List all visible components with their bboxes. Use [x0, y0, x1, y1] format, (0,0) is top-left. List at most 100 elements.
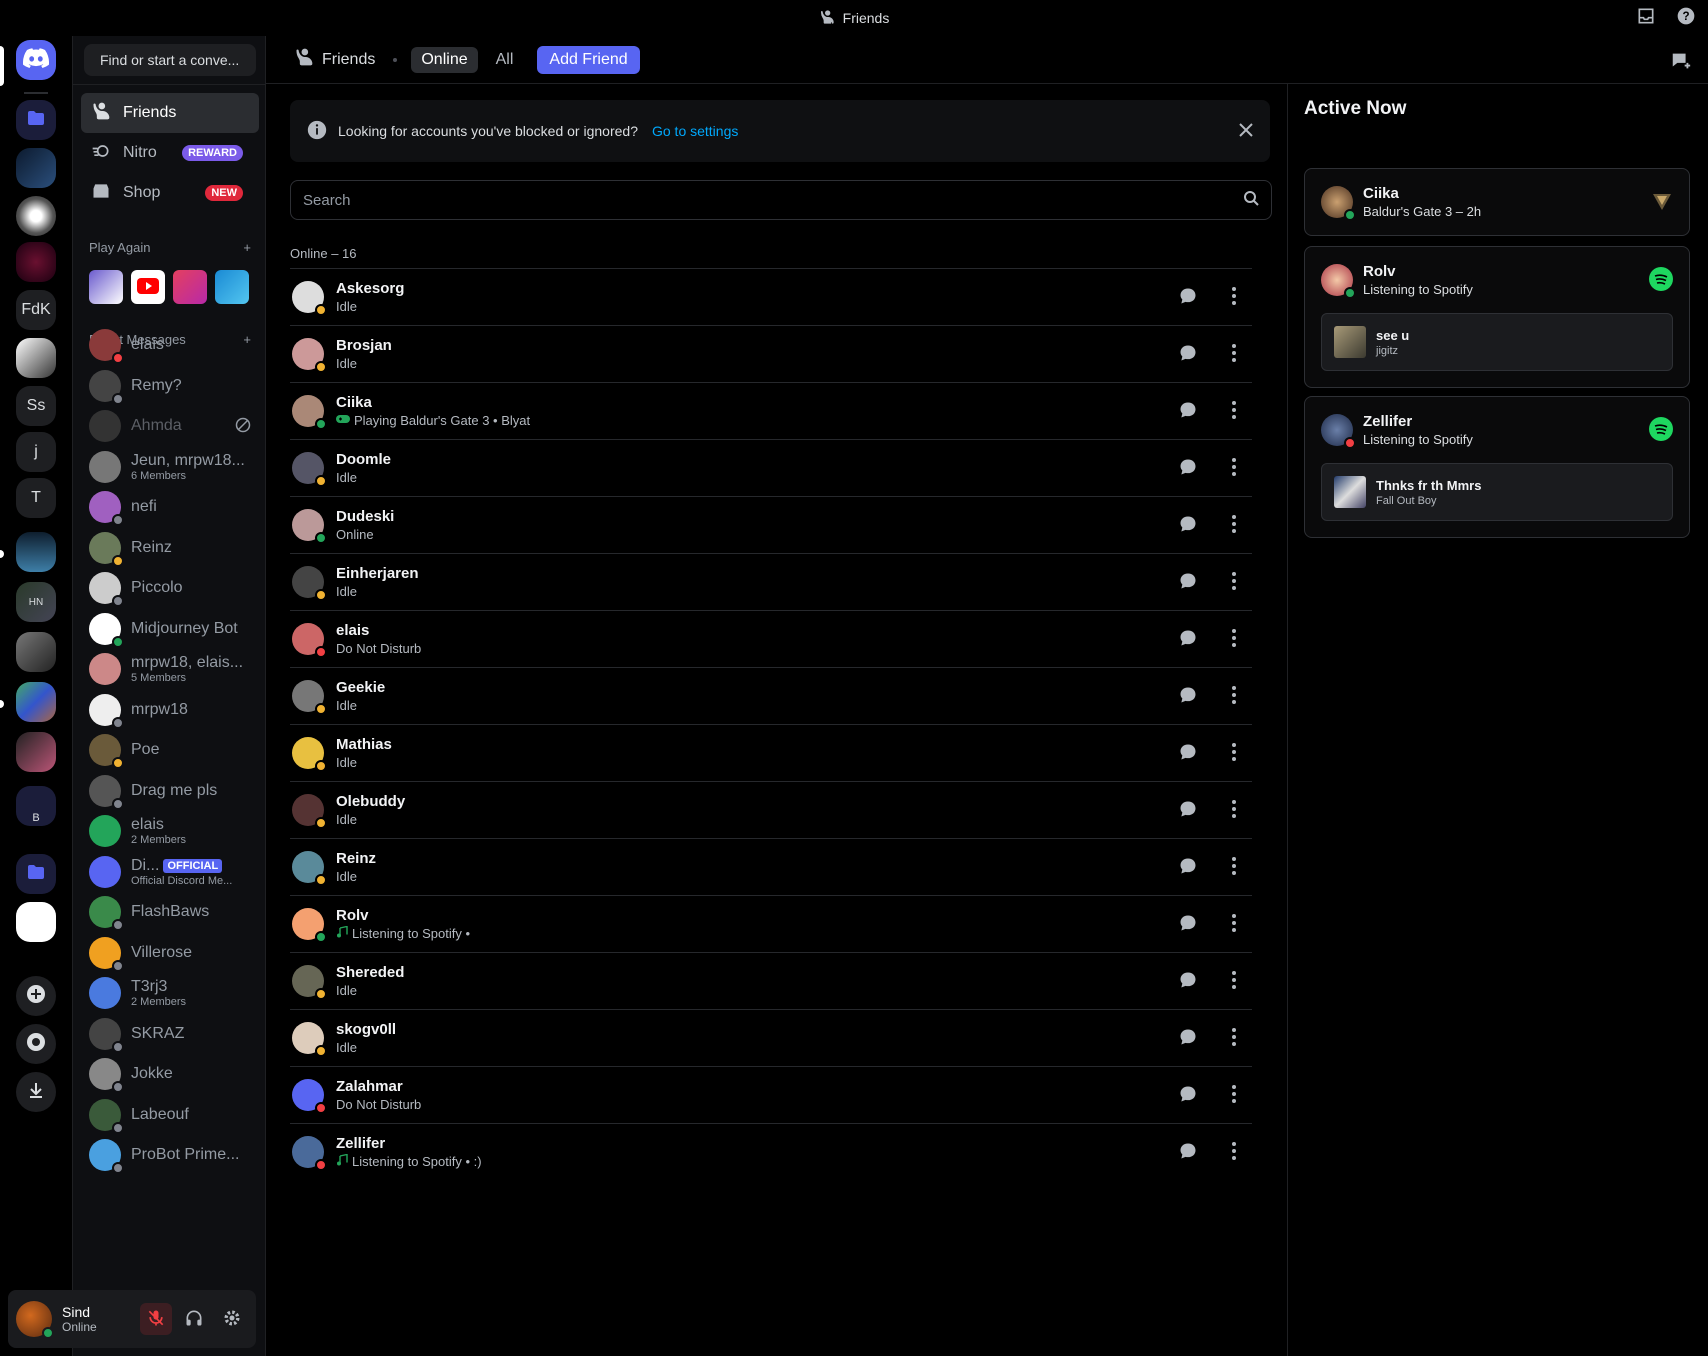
friend-row[interactable]: Olebuddy Idle: [290, 781, 1252, 838]
message-button[interactable]: [1170, 621, 1206, 657]
server-icon[interactable]: [16, 632, 56, 672]
server-folder[interactable]: [16, 854, 56, 894]
find-conversation-button[interactable]: Find or start a conve...: [84, 44, 256, 76]
settings-button[interactable]: [216, 1303, 248, 1335]
add-icon[interactable]: +: [243, 240, 251, 255]
dm-item[interactable]: Midjourney Bot: [81, 608, 259, 650]
dm-item[interactable]: Jokke: [81, 1053, 259, 1095]
play-again-app[interactable]: [173, 270, 207, 304]
server-ss[interactable]: Ss: [16, 386, 56, 426]
add-server-button[interactable]: [16, 976, 56, 1016]
friend-row[interactable]: Zellifer Listening to Spotify • :): [290, 1123, 1252, 1180]
dm-item[interactable]: ProBot Prime...: [81, 1134, 259, 1176]
server-j[interactable]: j: [16, 432, 56, 472]
nav-nitro[interactable]: Nitro REWARD: [81, 133, 259, 173]
friend-row[interactable]: Ciika Playing Baldur's Gate 3 • Blyat: [290, 382, 1252, 439]
dm-item[interactable]: Villerose: [81, 932, 259, 974]
message-button[interactable]: [1170, 792, 1206, 828]
friend-row[interactable]: elais Do Not Disturb: [290, 610, 1252, 667]
message-button[interactable]: [1170, 849, 1206, 885]
mute-button[interactable]: [140, 1303, 172, 1335]
dm-item[interactable]: elais 2 Members: [81, 810, 259, 852]
dm-item[interactable]: Ahmda: [81, 405, 259, 447]
nav-shop[interactable]: Shop NEW: [81, 173, 259, 213]
message-button[interactable]: [1170, 735, 1206, 771]
dm-item[interactable]: T3rj3 2 Members: [81, 972, 259, 1014]
more-options-button[interactable]: [1216, 963, 1252, 999]
server-icon[interactable]: [16, 732, 56, 772]
server-folder-mixed[interactable]: [16, 682, 56, 722]
server-icon[interactable]: [16, 148, 56, 188]
friend-row[interactable]: Reinz Idle: [290, 838, 1252, 895]
more-options-button[interactable]: [1216, 849, 1252, 885]
message-button[interactable]: [1170, 678, 1206, 714]
server-folder-b[interactable]: B: [16, 786, 56, 826]
server-fdk[interactable]: FdK: [16, 290, 56, 330]
server-icon[interactable]: [16, 902, 56, 942]
friend-row[interactable]: Mathias Idle: [290, 724, 1252, 781]
message-button[interactable]: [1170, 393, 1206, 429]
message-button[interactable]: [1170, 963, 1206, 999]
friend-row[interactable]: skogv0ll Idle: [290, 1009, 1252, 1066]
server-hn[interactable]: HN: [16, 582, 56, 622]
more-options-button[interactable]: [1216, 621, 1252, 657]
server-folder[interactable]: [16, 100, 56, 140]
server-icon[interactable]: [16, 242, 56, 282]
dm-item[interactable]: nefi: [81, 486, 259, 528]
inbox-icon[interactable]: [1636, 6, 1656, 29]
more-options-button[interactable]: [1216, 792, 1252, 828]
server-icon[interactable]: [16, 338, 56, 378]
message-button[interactable]: [1170, 279, 1206, 315]
message-button[interactable]: [1170, 906, 1206, 942]
more-options-button[interactable]: [1216, 564, 1252, 600]
more-options-button[interactable]: [1216, 1077, 1252, 1113]
friend-row[interactable]: Brosjan Idle: [290, 325, 1252, 382]
message-button[interactable]: [1170, 1020, 1206, 1056]
server-icon[interactable]: [16, 532, 56, 572]
more-options-button[interactable]: [1216, 450, 1252, 486]
more-options-button[interactable]: [1216, 678, 1252, 714]
more-options-button[interactable]: [1216, 336, 1252, 372]
message-button[interactable]: [1170, 336, 1206, 372]
dm-item[interactable]: mrpw18, elais... 5 Members: [81, 648, 259, 690]
friends-search-input[interactable]: Search: [290, 180, 1272, 220]
more-options-button[interactable]: [1216, 279, 1252, 315]
dm-item[interactable]: FlashBaws: [81, 891, 259, 933]
activity-card[interactable]: Ciika Baldur's Gate 3 – 2h: [1304, 168, 1690, 236]
more-options-button[interactable]: [1216, 1134, 1252, 1170]
more-options-button[interactable]: [1216, 507, 1252, 543]
friend-row[interactable]: Dudeski Online: [290, 496, 1252, 553]
more-options-button[interactable]: [1216, 393, 1252, 429]
friend-row[interactable]: Einherjaren Idle: [290, 553, 1252, 610]
download-button[interactable]: [16, 1072, 56, 1112]
dm-item[interactable]: Poe: [81, 729, 259, 771]
dm-item[interactable]: Labeouf: [81, 1094, 259, 1136]
activity-card[interactable]: Zellifer Listening to Spotify Thnks fr t…: [1304, 396, 1690, 538]
dm-item[interactable]: Di... OFFICIAL Official Discord Me...: [81, 851, 259, 893]
play-again-app[interactable]: [131, 270, 165, 304]
more-options-button[interactable]: [1216, 906, 1252, 942]
dm-item[interactable]: SKRAZ: [81, 1013, 259, 1055]
dm-item[interactable]: Drag me pls: [81, 770, 259, 812]
friend-row[interactable]: Askesorg Idle: [290, 268, 1252, 325]
tab-online[interactable]: Online: [411, 46, 478, 73]
friend-row[interactable]: Shereded Idle: [290, 952, 1252, 1009]
dm-item[interactable]: Piccolo: [81, 567, 259, 609]
activity-card[interactable]: Rolv Listening to Spotify see u jigitz: [1304, 246, 1690, 388]
add-friend-button[interactable]: Add Friend: [537, 45, 640, 74]
server-t[interactable]: T: [16, 478, 56, 518]
friend-row[interactable]: Doomle Idle: [290, 439, 1252, 496]
dm-item[interactable]: mrpw18: [81, 689, 259, 731]
friend-row[interactable]: Rolv Listening to Spotify •: [290, 895, 1252, 952]
go-to-settings-link[interactable]: Go to settings: [652, 123, 738, 139]
avatar[interactable]: [16, 1301, 54, 1339]
nav-friends[interactable]: Friends: [81, 93, 259, 133]
message-button[interactable]: [1170, 1077, 1206, 1113]
tab-all[interactable]: All: [486, 47, 524, 73]
home-button[interactable]: [16, 40, 56, 80]
more-options-button[interactable]: [1216, 1020, 1252, 1056]
play-again-app[interactable]: [89, 270, 123, 304]
message-button[interactable]: [1170, 507, 1206, 543]
close-icon[interactable]: [1238, 122, 1254, 141]
discover-button[interactable]: [16, 1024, 56, 1064]
